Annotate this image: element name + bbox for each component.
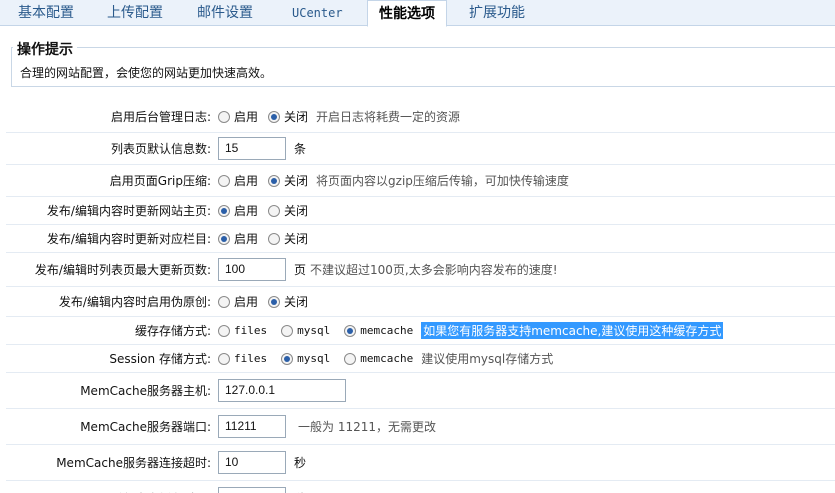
row-mc-timeout: MemCache服务器连接超时: 10 秒	[6, 445, 835, 481]
tab-mail[interactable]: 邮件设置	[197, 0, 253, 26]
tip-title: 操作提示	[13, 39, 77, 59]
row-label: MemCache服务器主机:	[80, 384, 211, 398]
hint-text: 开启日志将耗费一定的资源	[316, 110, 461, 124]
row-label: MemCache服务器端口:	[80, 420, 211, 434]
unit-label: 页	[294, 263, 307, 277]
option-label: files	[234, 324, 268, 337]
tip-text: 合理的网站配置，会使您的网站更加快速高效。	[20, 66, 273, 80]
row-admin-log: 启用后台管理日志: 启用 关闭 开启日志将耗费一定的资源	[6, 101, 835, 133]
row-mc-port: MemCache服务器端口: 11211 一般为 11211，无需更改	[6, 409, 835, 445]
row-partial: 重复内容缓存时间: 1800 秒	[6, 481, 835, 493]
row-list-count: 列表页默认信息数: 15 条	[6, 133, 835, 165]
radio-update-column-on[interactable]	[218, 232, 230, 245]
row-pseudo-original: 发布/编辑内容时启用伪原创: 启用 关闭	[6, 287, 835, 317]
mc-timeout-input[interactable]: 10	[218, 451, 286, 474]
row-label: 列表页默认信息数:	[110, 142, 211, 156]
radio-session-memcache[interactable]	[344, 352, 357, 365]
row-mc-host: MemCache服务器主机: 127.0.0.1	[6, 373, 835, 409]
unit-label: 秒	[294, 456, 307, 470]
mc-host-input[interactable]: 127.0.0.1	[218, 379, 346, 402]
radio-admin-log-off[interactable]	[268, 110, 281, 123]
row-gzip: 启用页面Grip压缩: 启用 关闭 将页面内容以gzip压缩后传输，可加快传输速…	[6, 165, 835, 197]
tab-upload[interactable]: 上传配置	[107, 0, 163, 26]
radio-session-mysql[interactable]	[281, 352, 294, 365]
option-label: 启用	[234, 174, 259, 188]
row-label: 启用后台管理日志:	[110, 110, 211, 124]
option-label: mysql	[297, 352, 331, 365]
option-label: 关闭	[284, 232, 309, 246]
hint-text: 建议使用mysql存储方式	[421, 352, 554, 366]
radio-cache-files[interactable]	[218, 324, 230, 337]
radio-cache-mysql[interactable]	[281, 324, 294, 337]
row-max-pages: 发布/编辑时列表页最大更新页数: 100 页 不建议超过100页,太多会影响内容…	[6, 253, 835, 287]
tab-basic[interactable]: 基本配置	[18, 0, 74, 26]
row-label: 发布/编辑时列表页最大更新页数:	[34, 263, 211, 277]
row-cache-store: 缓存存储方式: files mysql memcache 如果您有服务器支持me…	[6, 317, 835, 345]
option-label: 关闭	[284, 174, 309, 188]
row-session-store: Session 存储方式: files mysql memcache 建议使用m…	[6, 345, 835, 373]
mc-port-input[interactable]: 11211	[218, 415, 286, 438]
row-update-column: 发布/编辑内容时更新对应栏目: 启用 关闭	[6, 225, 835, 253]
option-label: 启用	[234, 295, 259, 309]
tab-ucenter[interactable]: UCenter	[292, 0, 343, 26]
partial-input[interactable]: 1800	[218, 487, 286, 493]
radio-pseudo-original-off[interactable]	[268, 295, 281, 308]
row-label: 发布/编辑内容时启用伪原创:	[58, 295, 211, 309]
option-label: 关闭	[284, 110, 309, 124]
radio-update-home-off[interactable]	[268, 204, 281, 217]
row-label: 缓存存储方式:	[134, 324, 211, 338]
settings-form: 启用后台管理日志: 启用 关闭 开启日志将耗费一定的资源 列表页默认信息数: 1…	[6, 101, 835, 493]
tab-extensions[interactable]: 扩展功能	[469, 0, 525, 26]
hint-text-selected: 如果您有服务器支持memcache,建议使用这种缓存方式	[421, 322, 724, 339]
option-label: 关闭	[284, 295, 309, 309]
option-label: memcache	[360, 352, 414, 365]
row-label: MemCache服务器连接超时:	[56, 456, 211, 470]
option-label: memcache	[360, 324, 414, 337]
option-label: 启用	[234, 204, 259, 218]
tab-bar: 基本配置 上传配置 邮件设置 UCenter 性能选项 扩展功能	[0, 0, 835, 27]
radio-session-files[interactable]	[218, 352, 230, 365]
radio-admin-log-on[interactable]	[218, 110, 230, 123]
tab-performance[interactable]: 性能选项	[367, 0, 447, 27]
option-label: 关闭	[284, 204, 309, 218]
row-label: 启用页面Grip压缩:	[109, 174, 211, 188]
radio-cache-memcache[interactable]	[344, 324, 357, 337]
row-update-home: 发布/编辑内容时更新网站主页: 启用 关闭	[6, 197, 835, 225]
option-label: 启用	[234, 110, 259, 124]
row-label: 发布/编辑内容时更新对应栏目:	[46, 232, 211, 246]
radio-update-home-on[interactable]	[218, 204, 230, 217]
hint-text: 不建议超过100页,太多会影响内容发布的速度!	[310, 263, 558, 277]
radio-gzip-on[interactable]	[218, 174, 230, 187]
option-label: mysql	[297, 324, 331, 337]
row-label: 重复内容缓存时间:	[111, 481, 211, 493]
row-label: Session 存储方式:	[109, 352, 211, 366]
row-label: 发布/编辑内容时更新网站主页:	[46, 204, 211, 218]
hint-text: 一般为 11211，无需更改	[298, 420, 436, 434]
unit-label: 条	[294, 142, 307, 156]
radio-pseudo-original-on[interactable]	[218, 295, 230, 308]
radio-gzip-off[interactable]	[268, 174, 281, 187]
hint-text: 将页面内容以gzip压缩后传输，可加快传输速度	[316, 174, 569, 188]
radio-update-column-off[interactable]	[268, 232, 281, 245]
list-count-input[interactable]: 15	[218, 137, 286, 160]
max-pages-input[interactable]: 100	[218, 258, 286, 281]
option-label: files	[234, 352, 268, 365]
option-label: 启用	[234, 232, 259, 246]
